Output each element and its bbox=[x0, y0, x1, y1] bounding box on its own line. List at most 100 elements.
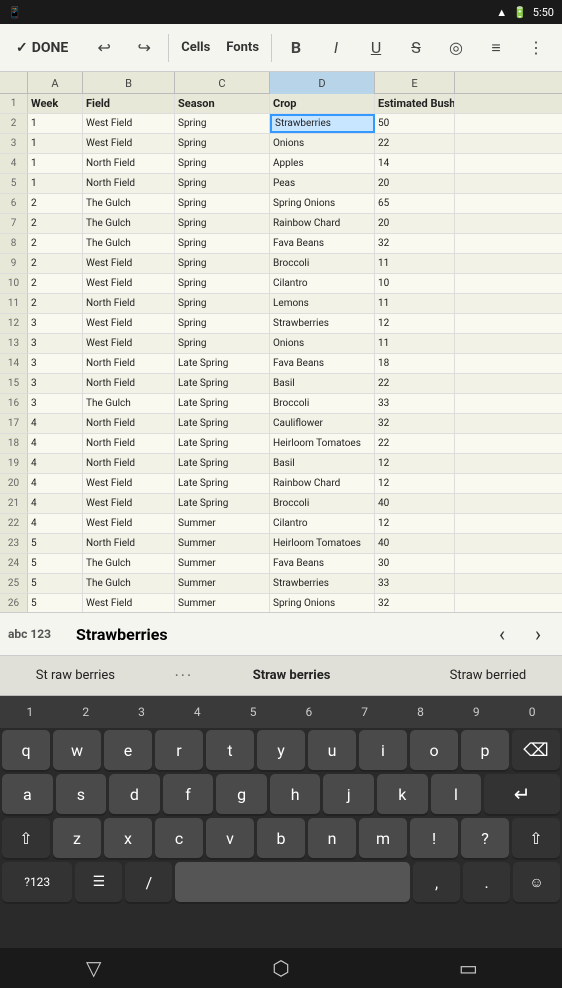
bold-button[interactable]: B bbox=[278, 30, 314, 66]
cell-season[interactable]: Spring bbox=[175, 154, 270, 173]
cell-season[interactable]: Spring bbox=[175, 214, 270, 233]
cell-field[interactable]: The Gulch bbox=[83, 234, 175, 253]
cell-week[interactable]: 5 bbox=[28, 594, 83, 612]
kb-shift-left[interactable]: ⇧ bbox=[2, 818, 50, 858]
nav-recent[interactable]: ▭ bbox=[438, 950, 498, 986]
cell-season[interactable]: Spring bbox=[175, 114, 270, 133]
cell-season[interactable]: Spring bbox=[175, 194, 270, 213]
cell-crop[interactable]: Fava Beans bbox=[270, 234, 375, 253]
cell-field[interactable]: West Field bbox=[83, 274, 175, 293]
cell-crop[interactable]: Cilantro bbox=[270, 274, 375, 293]
cell-week[interactable]: 2 bbox=[28, 194, 83, 213]
kb-f[interactable]: f bbox=[163, 774, 214, 814]
kb-p[interactable]: p bbox=[461, 730, 509, 770]
kb-b[interactable]: b bbox=[257, 818, 305, 858]
next-cell-button[interactable]: › bbox=[522, 618, 554, 650]
autocomplete-item-2[interactable]: Straw berried bbox=[438, 664, 539, 687]
cell-field[interactable]: West Field bbox=[83, 474, 175, 493]
kb-shift-right[interactable]: ⇧ bbox=[512, 818, 560, 858]
kb-w[interactable]: w bbox=[53, 730, 101, 770]
kb-num-7[interactable]: 7 bbox=[337, 696, 393, 728]
cell-field[interactable]: North Field bbox=[83, 534, 175, 553]
cell-bushels[interactable]: 10 bbox=[375, 274, 455, 293]
cell-week[interactable]: 5 bbox=[28, 534, 83, 553]
autocomplete-item-0[interactable]: St raw berries bbox=[24, 664, 127, 687]
cell-bushels[interactable]: 65 bbox=[375, 194, 455, 213]
cell-week[interactable]: 3 bbox=[28, 374, 83, 393]
kb-j[interactable]: j bbox=[323, 774, 374, 814]
cell-1-field[interactable]: Field bbox=[83, 94, 175, 113]
cell-bushels[interactable]: 40 bbox=[375, 494, 455, 513]
cell-season[interactable]: Late Spring bbox=[175, 354, 270, 373]
kb-num-8[interactable]: 8 bbox=[393, 696, 449, 728]
nav-back[interactable]: ▽ bbox=[64, 950, 124, 986]
kb-g[interactable]: g bbox=[216, 774, 267, 814]
kb-e[interactable]: e bbox=[104, 730, 152, 770]
cell-week[interactable]: 2 bbox=[28, 254, 83, 273]
kb-emoji[interactable]: ☺ bbox=[513, 862, 560, 902]
kb-h[interactable]: h bbox=[270, 774, 321, 814]
cell-bushels[interactable]: 32 bbox=[375, 414, 455, 433]
cell-crop[interactable]: Apples bbox=[270, 154, 375, 173]
done-button[interactable]: ✓ DONE bbox=[8, 36, 76, 60]
cell-bushels[interactable]: 22 bbox=[375, 434, 455, 453]
prev-cell-button[interactable]: ‹ bbox=[486, 618, 518, 650]
undo-button[interactable]: ↩ bbox=[86, 30, 122, 66]
cell-field[interactable]: West Field bbox=[83, 114, 175, 133]
kb-num-0[interactable]: 0 bbox=[504, 696, 560, 728]
kb-num-4[interactable]: 4 bbox=[169, 696, 225, 728]
kb-n[interactable]: n bbox=[308, 818, 356, 858]
cell-bushels[interactable]: 33 bbox=[375, 394, 455, 413]
cell-bushels[interactable]: 20 bbox=[375, 174, 455, 193]
cell-week[interactable]: 1 bbox=[28, 174, 83, 193]
cell-field[interactable]: West Field bbox=[83, 254, 175, 273]
cell-crop[interactable]: Lemons bbox=[270, 294, 375, 313]
cell-week[interactable]: 2 bbox=[28, 214, 83, 233]
cell-crop[interactable]: Fava Beans bbox=[270, 354, 375, 373]
cell-season[interactable]: Late Spring bbox=[175, 454, 270, 473]
fill-button[interactable]: ◎ bbox=[438, 30, 474, 66]
cell-1-crop[interactable]: Crop bbox=[270, 94, 375, 113]
cell-bushels[interactable]: 22 bbox=[375, 134, 455, 153]
cell-field[interactable]: The Gulch bbox=[83, 394, 175, 413]
italic-button[interactable]: I bbox=[318, 30, 354, 66]
kb-d[interactable]: d bbox=[109, 774, 160, 814]
col-header-b[interactable]: B bbox=[83, 72, 175, 94]
cell-season[interactable]: Late Spring bbox=[175, 374, 270, 393]
kb-slash[interactable]: / bbox=[125, 862, 172, 902]
cell-field[interactable]: North Field bbox=[83, 414, 175, 433]
cell-week[interactable]: 3 bbox=[28, 314, 83, 333]
cell-week[interactable]: 5 bbox=[28, 554, 83, 573]
cell-week[interactable]: 3 bbox=[28, 354, 83, 373]
kb-u[interactable]: u bbox=[308, 730, 356, 770]
cell-crop[interactable]: Fava Beans bbox=[270, 554, 375, 573]
kb-r[interactable]: r bbox=[155, 730, 203, 770]
cell-crop[interactable]: Basil bbox=[270, 454, 375, 473]
cell-crop[interactable]: Spring Onions bbox=[270, 194, 375, 213]
cell-crop[interactable]: Peas bbox=[270, 174, 375, 193]
cell-crop[interactable]: Basil bbox=[270, 374, 375, 393]
col-header-e[interactable]: E bbox=[375, 72, 455, 94]
cell-week[interactable]: 1 bbox=[28, 154, 83, 173]
cell-field[interactable]: West Field bbox=[83, 334, 175, 353]
cell-season[interactable]: Summer bbox=[175, 534, 270, 553]
cell-crop[interactable]: Broccoli bbox=[270, 494, 375, 513]
cell-crop[interactable]: Strawberries bbox=[270, 114, 375, 133]
cell-season[interactable]: Summer bbox=[175, 554, 270, 573]
cell-field[interactable]: West Field bbox=[83, 594, 175, 612]
kb-c[interactable]: c bbox=[155, 818, 203, 858]
kb-period[interactable]: . bbox=[463, 862, 510, 902]
cell-season[interactable]: Spring bbox=[175, 314, 270, 333]
cell-bushels[interactable]: 18 bbox=[375, 354, 455, 373]
cell-season[interactable]: Late Spring bbox=[175, 394, 270, 413]
kb-a[interactable]: a bbox=[2, 774, 53, 814]
kb-m[interactable]: m bbox=[359, 818, 407, 858]
cell-1-bushels[interactable]: Estimated Bushels bbox=[375, 94, 455, 113]
kb-num-5[interactable]: 5 bbox=[225, 696, 281, 728]
kb-num-1[interactable]: 1 bbox=[2, 696, 58, 728]
cell-season[interactable]: Spring bbox=[175, 294, 270, 313]
cell-bushels[interactable]: 11 bbox=[375, 334, 455, 353]
cell-week[interactable]: 2 bbox=[28, 294, 83, 313]
kb-settings[interactable]: ☰ bbox=[75, 862, 122, 902]
cell-field[interactable]: North Field bbox=[83, 154, 175, 173]
